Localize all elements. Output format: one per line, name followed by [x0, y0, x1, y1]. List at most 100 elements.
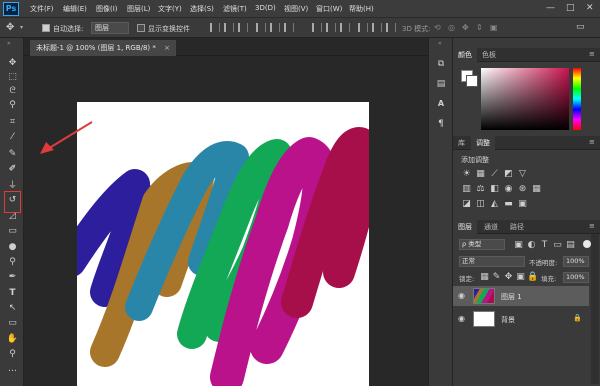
align-top-icon[interactable]	[210, 23, 220, 32]
tab-channels[interactable]: 通道	[479, 220, 503, 234]
distribute-left-icon[interactable]	[358, 23, 368, 32]
brightness-icon[interactable]: ☀	[461, 169, 472, 179]
panel-menu-icon[interactable]: ≡	[589, 50, 595, 58]
brush-tool-icon[interactable]: ✐	[5, 163, 20, 176]
lock-position-icon[interactable]: ✥	[503, 272, 514, 282]
crop-tool-icon[interactable]: ⌗	[5, 116, 20, 129]
tab-color[interactable]: 颜色	[453, 48, 477, 62]
layer-row-selected[interactable]: ◉ 图层 1	[453, 286, 589, 306]
move-tool-icon[interactable]: ✥	[6, 22, 14, 33]
show-transform-checkbox[interactable]	[137, 24, 145, 32]
layer-row[interactable]: ◉ 背景 🔒	[453, 309, 589, 329]
distribute-middle-icon[interactable]	[326, 23, 336, 32]
filter-pixel-icon[interactable]: ▣	[513, 240, 524, 250]
panel-menu-icon[interactable]: ≡	[589, 222, 595, 230]
filter-toggle[interactable]	[583, 240, 591, 248]
invert-icon[interactable]: ◪	[461, 199, 472, 209]
posterize-icon[interactable]: ◫	[475, 199, 486, 209]
menu-type[interactable]: 文字(Y)	[158, 4, 182, 14]
distribute-top-icon[interactable]	[312, 23, 322, 32]
filter-smart-icon[interactable]: ▤	[565, 240, 576, 250]
collapse-icon[interactable]: «	[438, 40, 442, 47]
layer-filter-dropdown[interactable]: ρ 类型	[459, 239, 505, 250]
menu-layer[interactable]: 图层(L)	[127, 4, 150, 14]
3d-scale-icon[interactable]: ▣	[490, 23, 498, 32]
curves-icon[interactable]: ⟋	[489, 169, 500, 179]
align-right-icon[interactable]	[284, 23, 294, 32]
tab-adjustments[interactable]: 调整	[471, 136, 495, 150]
menu-window[interactable]: 窗口(W)	[316, 4, 342, 14]
lock-all-icon[interactable]: 🔒	[527, 272, 538, 282]
fill-input[interactable]: 100%	[563, 272, 589, 283]
threshold-icon[interactable]: ◭	[489, 199, 500, 209]
close-icon[interactable]: ✕	[586, 3, 594, 13]
hand-tool-icon[interactable]: ✋	[5, 333, 20, 346]
quick-select-tool-icon[interactable]: ⚲	[5, 99, 20, 112]
marquee-tool-icon[interactable]: ⬚	[5, 71, 20, 84]
blend-mode-dropdown[interactable]: 正常	[459, 256, 525, 267]
menu-filter[interactable]: 滤镜(T)	[223, 4, 247, 14]
minimize-icon[interactable]: —	[546, 3, 555, 13]
3d-roll-icon[interactable]: ◎	[448, 23, 455, 32]
document-canvas[interactable]	[77, 102, 369, 386]
auto-select-checkbox[interactable]	[42, 24, 50, 32]
background-color-swatch[interactable]	[466, 75, 478, 87]
dodge-tool-icon[interactable]: ⚲	[5, 256, 20, 269]
filter-adjustment-icon[interactable]: ◐	[526, 240, 537, 250]
rectangle-tool-icon[interactable]: ▭	[5, 317, 20, 330]
pen-tool-icon[interactable]: ✒	[5, 271, 20, 284]
align-left-icon[interactable]	[256, 23, 266, 32]
character-panel-icon[interactable]: A	[435, 98, 447, 110]
tab-paths[interactable]: 路径	[505, 220, 529, 234]
menu-file[interactable]: 文件(F)	[30, 4, 54, 14]
panel-menu-icon[interactable]: ≡	[589, 138, 595, 146]
3d-rotate-icon[interactable]: ⟲	[434, 23, 441, 32]
close-tab-icon[interactable]: ×	[164, 44, 170, 52]
tab-layers[interactable]: 图层	[453, 220, 477, 234]
3d-slide-icon[interactable]: ⇕	[476, 23, 483, 32]
auto-select-dropdown[interactable]: 图层	[91, 22, 129, 34]
menu-select[interactable]: 选择(S)	[190, 4, 214, 14]
tab-libraries[interactable]: 库	[453, 136, 470, 150]
opacity-input[interactable]: 100%	[563, 256, 589, 267]
align-middle-icon[interactable]	[224, 23, 234, 32]
3d-pan-icon[interactable]: ✥	[462, 23, 469, 32]
zoom-tool-icon[interactable]: ⚲	[5, 348, 20, 361]
properties-panel-icon[interactable]: ▤	[435, 78, 447, 90]
document-tab[interactable]: 未标题-1 @ 100% (图层 1, RGB/8) * ×	[30, 40, 176, 56]
channel-mixer-icon[interactable]: ⊛	[517, 184, 528, 194]
workspace-icon[interactable]: ▭	[576, 22, 585, 32]
spot-healing-tool-icon[interactable]: ✎	[5, 148, 20, 161]
more-tools-icon[interactable]: …	[5, 363, 20, 376]
filter-type-icon[interactable]: T	[539, 240, 550, 250]
exposure-icon[interactable]: ◩	[503, 169, 514, 179]
black-white-icon[interactable]: ◧	[489, 184, 500, 194]
color-picker-field[interactable]	[481, 68, 569, 130]
eye-icon[interactable]: ◉	[458, 291, 465, 300]
lock-artboard-icon[interactable]: ▣	[515, 272, 526, 282]
color-balance-icon[interactable]: ⚖	[475, 184, 486, 194]
hue-slider[interactable]	[573, 68, 581, 130]
chevron-down-icon[interactable]: ▾	[20, 24, 23, 31]
move-tool-icon[interactable]: ✥	[5, 57, 20, 70]
eye-icon[interactable]: ◉	[458, 314, 465, 323]
distribute-right-icon[interactable]	[386, 23, 396, 32]
menu-edit[interactable]: 编辑(E)	[63, 4, 87, 14]
photo-filter-icon[interactable]: ◉	[503, 184, 514, 194]
color-lookup-icon[interactable]: ▦	[531, 184, 542, 194]
lock-transparent-icon[interactable]: ▦	[479, 272, 490, 282]
tab-swatches[interactable]: 色板	[477, 48, 501, 62]
menu-image[interactable]: 图像(I)	[96, 4, 118, 14]
filter-shape-icon[interactable]: ▭	[552, 240, 563, 250]
levels-icon[interactable]: ▦	[475, 169, 486, 179]
eyedropper-tool-icon[interactable]: ⁄	[5, 131, 20, 144]
hue-saturation-icon[interactable]: ▥	[461, 184, 472, 194]
align-center-icon[interactable]	[270, 23, 280, 32]
distribute-bottom-icon[interactable]	[340, 23, 350, 32]
menu-help[interactable]: 帮助(H)	[349, 4, 374, 14]
distribute-center-icon[interactable]	[372, 23, 382, 32]
menu-view[interactable]: 视图(V)	[284, 4, 308, 14]
lasso-tool-icon[interactable]: ᘓ	[5, 85, 20, 98]
selective-color-icon[interactable]: ▣	[517, 199, 528, 209]
collapse-icon[interactable]: »	[7, 40, 11, 47]
